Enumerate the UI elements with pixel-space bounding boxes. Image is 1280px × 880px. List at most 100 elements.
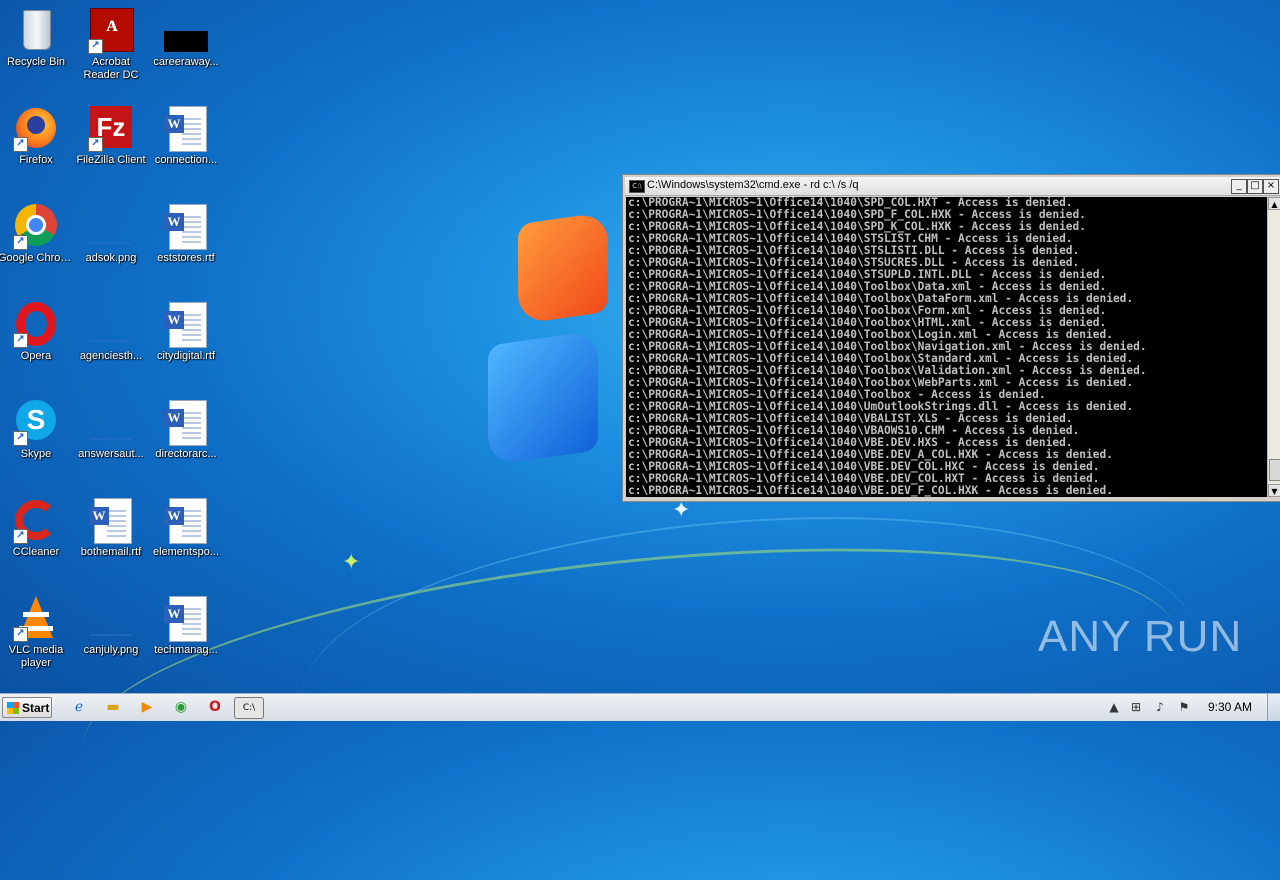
minimize-button[interactable]: _ (1231, 179, 1247, 194)
desktop-icon[interactable]: ↗ CCleaner (0, 492, 76, 582)
acrobat-reader-icon: ᴬ ↗ (88, 8, 134, 54)
shortcut-arrow-icon: ↗ (13, 431, 28, 446)
ccleaner-icon: ↗ (13, 498, 59, 544)
sparkle-icon: ✦ (342, 550, 361, 575)
clock[interactable]: 9:30 AM (1208, 700, 1252, 714)
desktop-icon-label: answersaut... (78, 448, 144, 460)
desktop-icon-label: citydigital.rtf (156, 350, 216, 362)
word-document-icon: W (163, 204, 209, 250)
png-file-icon (88, 400, 134, 446)
desktop-icon-label: eststores.rtf (157, 252, 215, 264)
desktop-icon[interactable]: Wbothemail.rtf (71, 492, 151, 582)
png-file-icon (88, 204, 134, 250)
desktop-icon[interactable]: canjuly.png (71, 590, 151, 680)
desktop-icon[interactable]: ↗ VLC media player (0, 590, 76, 680)
desktop-icon[interactable]: Wcitydigital.rtf (146, 296, 226, 386)
ie-icon[interactable]: ℯ (68, 697, 90, 717)
vlc-icon: ↗ (13, 596, 59, 642)
png-file-icon (88, 596, 134, 642)
media-player-icon[interactable]: ▶ (136, 697, 158, 717)
desktop-icon[interactable]: ᴬ ↗ Acrobat Reader DC (71, 2, 151, 92)
start-button[interactable]: Start (2, 697, 52, 718)
desktop-icon[interactable]: adsok.png (71, 198, 151, 288)
firefox-icon: ↗ (13, 106, 59, 152)
desktop-icon-label: CCleaner (12, 546, 60, 558)
desktop-icon[interactable]: Weststores.rtf (146, 198, 226, 288)
desktop-icon-label: VLC media player (8, 644, 64, 669)
chrome-icon: ↗ (13, 204, 59, 250)
desktop-icon[interactable]: careeraway... (146, 2, 226, 92)
shortcut-arrow-icon: ↗ (13, 333, 28, 348)
desktop-icon-label: adsok.png (85, 252, 137, 264)
desktop-icon-label: agenciesth... (79, 350, 143, 362)
desktop-icon[interactable]: agenciesth... (71, 296, 151, 386)
desktop-icon-label: bothemail.rtf (80, 546, 142, 558)
desktop-icon-label: Firefox (19, 154, 53, 166)
scroll-thumb[interactable] (1269, 459, 1280, 481)
shortcut-arrow-icon: ↗ (13, 137, 28, 152)
desktop-icon[interactable]: ↗ Google Chrome (0, 198, 76, 288)
desktop-icon[interactable]: Wconnection... (146, 100, 226, 190)
anyrun-watermark: ANY RUN (1038, 612, 1243, 661)
close-button[interactable]: × (1263, 179, 1279, 194)
shortcut-arrow-icon: ↗ (13, 627, 28, 642)
desktop-icon[interactable]: ↗ Opera (0, 296, 76, 386)
desktop-icon-label: Acrobat Reader DC (83, 56, 139, 81)
desktop-icon-label: connection... (154, 154, 218, 166)
cmd-window-title: C:\Windows\system32\cmd.exe - rd c:\ /s … (647, 179, 859, 191)
maximize-button[interactable]: □ (1247, 179, 1263, 194)
desktop-icon-label: Recycle Bin (6, 56, 66, 68)
console-line: c:\PROGRA~1\MICROS~1\Office14\1040\VBE.D… (628, 484, 1113, 497)
desktop-icon-label: Google Chrome (0, 252, 76, 264)
action-center-flag-icon[interactable]: ⚑ (1176, 699, 1192, 715)
shortcut-arrow-icon: ↗ (13, 235, 28, 250)
filezilla-icon: Fz ↗ (88, 106, 134, 152)
word-document-icon: W (163, 302, 209, 348)
desktop-icon-label: Skype (20, 448, 52, 460)
word-document-icon: W (163, 400, 209, 446)
word-document-icon: W (88, 498, 134, 544)
desktop-icon[interactable]: Wtechmanag... (146, 590, 226, 680)
opera-icon: ↗ (13, 302, 59, 348)
windows-flag-icon (7, 702, 19, 714)
vertical-scrollbar[interactable]: ▲ ▼ (1267, 197, 1280, 497)
desktop-icon-label: techmanag... (154, 644, 218, 656)
show-hidden-icons-icon[interactable]: ▲ (1106, 699, 1122, 715)
desktop-icon[interactable]: answersaut... (71, 394, 151, 484)
desktop-icon-label: canjuly.png (83, 644, 139, 656)
shortcut-arrow-icon: ↗ (88, 39, 103, 54)
desktop-icon[interactable]: Fz ↗ FileZilla Client (71, 100, 151, 190)
chrome-icon[interactable]: ◉ (170, 697, 192, 717)
desktop-icon-label: FileZilla Client (76, 154, 146, 166)
desktop-icon-label: careeraway... (153, 56, 219, 68)
desktop-icon[interactable]: ↗ Firefox (0, 100, 76, 190)
png-file-icon (88, 302, 134, 348)
cmd-window[interactable]: C:\ C:\Windows\system32\cmd.exe - rd c:\… (622, 174, 1280, 502)
skype-icon: S ↗ (13, 400, 59, 446)
show-desktop-button[interactable] (1267, 694, 1280, 721)
cmd-title-bar[interactable]: C:\ C:\Windows\system32\cmd.exe - rd c:\… (625, 177, 1280, 196)
desktop-icon[interactable]: Recycle Bin (0, 2, 76, 92)
word-document-icon: W (163, 498, 209, 544)
desktop-icon-label: directorarc... (155, 448, 217, 460)
shortcut-arrow-icon: ↗ (13, 529, 28, 544)
scroll-down-icon[interactable]: ▼ (1268, 484, 1280, 497)
explorer-icon[interactable]: ▬ (102, 697, 124, 717)
network-icon[interactable]: ⊞ (1128, 699, 1144, 715)
opera-icon[interactable]: O (204, 697, 226, 717)
speaker-icon[interactable]: ♪ (1152, 699, 1168, 715)
taskbar: Start ℯ ▬ ▶ ◉ O C:\ ▲ ⊞ ♪ ⚑ 9:30 AM (0, 693, 1280, 721)
word-document-icon: W (163, 106, 209, 152)
start-label: Start (22, 701, 50, 715)
recycle-bin-icon (13, 8, 59, 54)
word-document-icon: W (163, 596, 209, 642)
cmd-taskbar-button[interactable]: C:\ (234, 697, 264, 719)
system-tray: ▲ ⊞ ♪ ⚑ 9:30 AM (1100, 694, 1280, 721)
scroll-up-icon[interactable]: ▲ (1268, 197, 1280, 210)
desktop-icon[interactable]: S ↗ Skype (0, 394, 76, 484)
desktop-icon[interactable]: Welementspo... (146, 492, 226, 582)
black-file-icon (163, 8, 209, 54)
desktop-icon[interactable]: Wdirectorarc... (146, 394, 226, 484)
desktop-icon-label: elementspo... (152, 546, 220, 558)
console-output[interactable]: c:\PROGRA~1\MICROS~1\Office14\1040\SPD_C… (626, 197, 1267, 497)
